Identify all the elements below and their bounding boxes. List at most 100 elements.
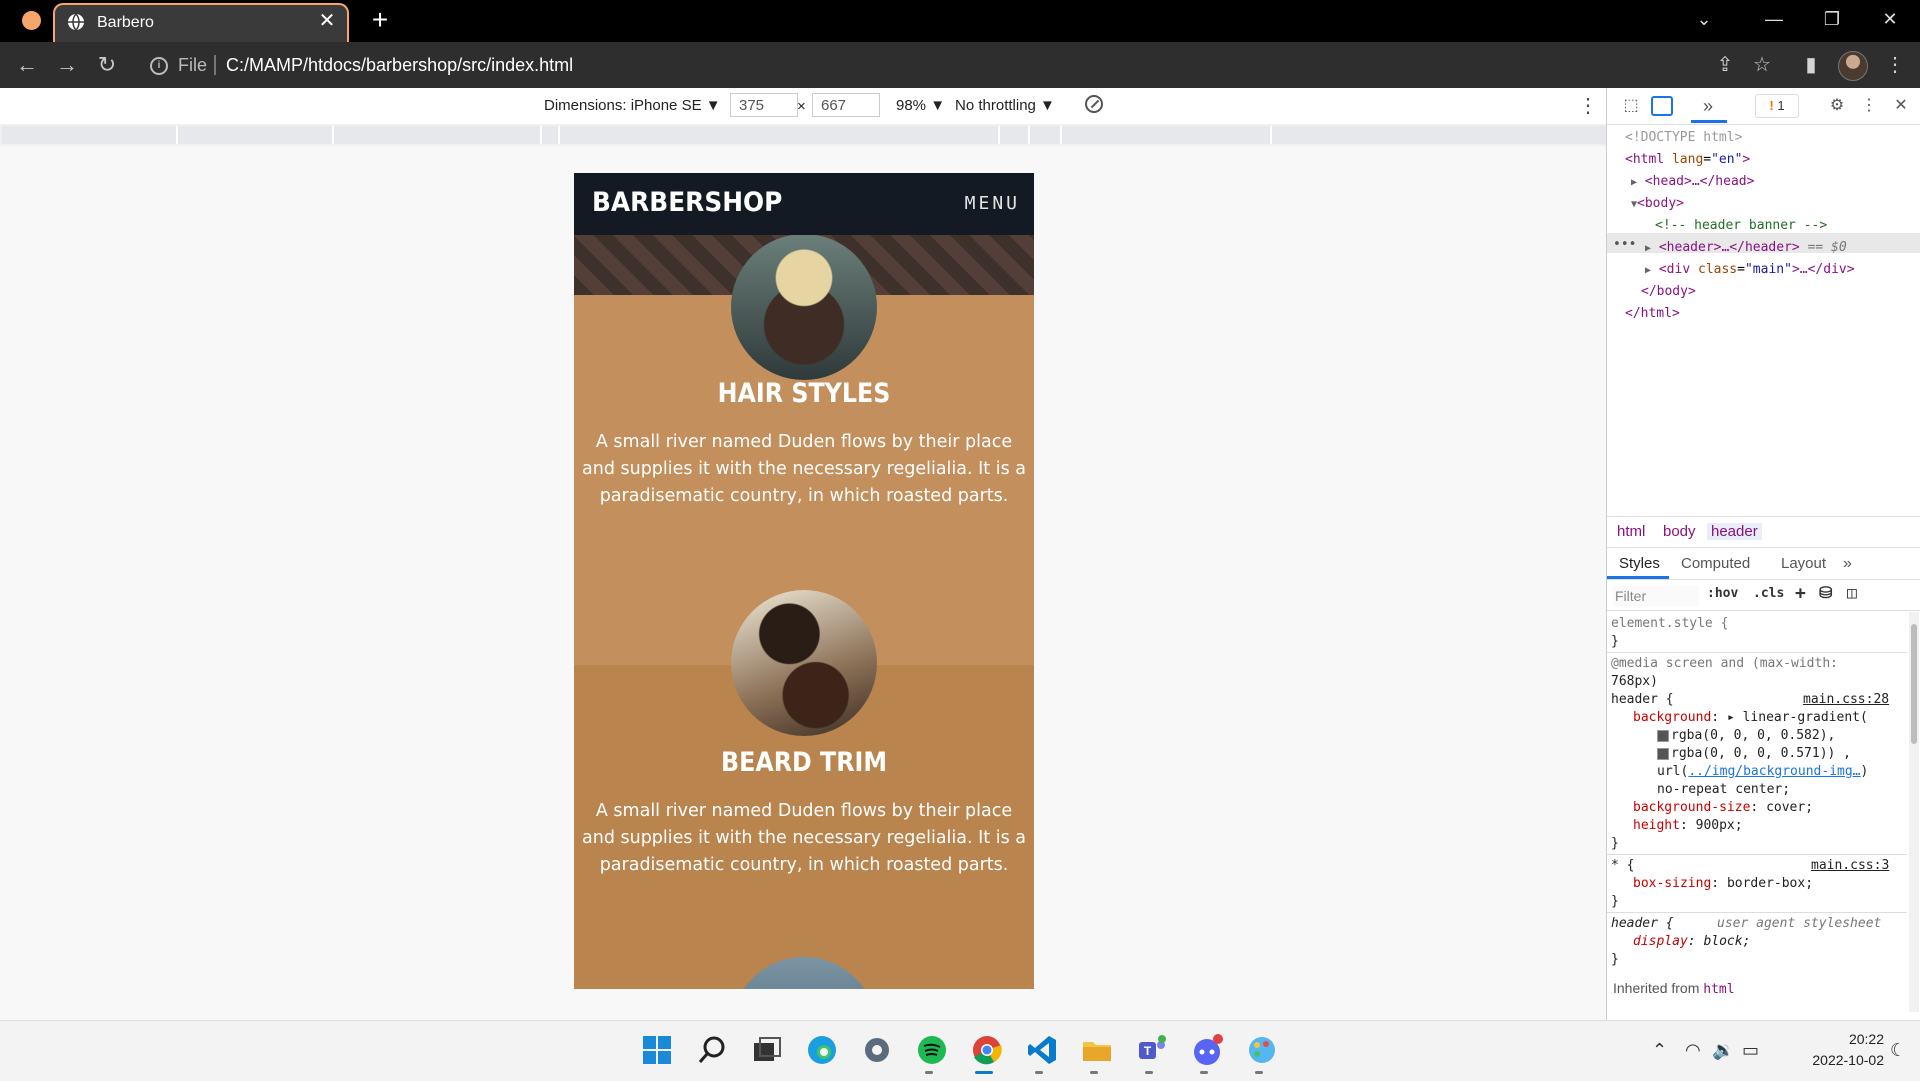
- dom-comment[interactable]: <!-- header banner -->: [1655, 218, 1827, 233]
- issues-badge[interactable]: ! 1: [1755, 94, 1799, 118]
- bookmark-star-icon[interactable]: ☆: [1747, 50, 1777, 80]
- minimize-button[interactable]: —: [1746, 0, 1802, 38]
- back-icon[interactable]: ←: [12, 50, 42, 80]
- breadcrumb-body[interactable]: body: [1663, 523, 1696, 540]
- notification-moon-icon[interactable]: ☾: [1890, 1039, 1906, 1061]
- reload-icon[interactable]: ↻: [92, 50, 122, 80]
- forward-icon[interactable]: →: [52, 50, 82, 80]
- zoom-select[interactable]: 98% ▼: [896, 97, 945, 114]
- expand-triangle-icon[interactable]: ▶: [1631, 177, 1637, 188]
- dom-header-node[interactable]: ▶ <header>…</header> == $0: [1645, 240, 1847, 255]
- tab-search-icon[interactable]: ⌄: [1676, 0, 1732, 38]
- ruler-segment[interactable]: [1000, 126, 1030, 144]
- ruler-segment[interactable]: [542, 126, 560, 144]
- dom-body-close[interactable]: </body>: [1641, 284, 1696, 299]
- rotate-icon[interactable]: [1085, 95, 1103, 113]
- device-height-input[interactable]: 667: [812, 93, 880, 117]
- chrome-menu-icon[interactable]: ⋮: [1880, 50, 1910, 80]
- close-window-button[interactable]: ✕: [1862, 0, 1918, 38]
- dom-html-close[interactable]: </html>: [1625, 306, 1680, 321]
- side-panel-icon[interactable]: ▮: [1796, 50, 1826, 80]
- more-tabs-icon[interactable]: »: [1843, 555, 1852, 573]
- browser-profile-orb-icon[interactable]: [22, 11, 41, 30]
- breadcrumb-html[interactable]: html: [1617, 523, 1645, 540]
- header-selector[interactable]: header {: [1611, 692, 1674, 707]
- chrome-icon[interactable]: [970, 1033, 1004, 1067]
- inherited-from-link[interactable]: html: [1703, 982, 1734, 997]
- device-dimensions-select[interactable]: Dimensions: iPhone SE ▼: [544, 97, 721, 114]
- inspect-element-icon[interactable]: ⬚: [1619, 94, 1643, 118]
- battery-icon[interactable]: ▭: [1742, 1039, 1759, 1061]
- hover-state-toggle[interactable]: :hov: [1707, 586, 1738, 601]
- device-toolbar-menu-icon[interactable]: ⋮: [1578, 94, 1598, 118]
- dom-html-node[interactable]: <html lang="en">: [1625, 152, 1750, 167]
- address-bar[interactable]: i File C:/MAMP/htdocs/barbershop/src/ind…: [138, 49, 1698, 81]
- devtools-menu-icon[interactable]: ⋮: [1859, 94, 1879, 118]
- browser-tab[interactable]: Barbero ✕: [53, 3, 349, 42]
- toggle-sidebar-icon[interactable]: ◫: [1847, 583, 1857, 602]
- tab-computed[interactable]: Computed: [1681, 555, 1750, 572]
- styles-scrollbar-thumb[interactable]: [1911, 624, 1917, 744]
- stylesheet-link[interactable]: main.css:3: [1811, 858, 1889, 873]
- element-style-rule[interactable]: element.style {: [1611, 616, 1728, 631]
- breadcrumb-header[interactable]: header: [1707, 523, 1762, 540]
- background-image-link[interactable]: ../img/background-img…: [1688, 764, 1860, 779]
- paint-app-icon[interactable]: [1245, 1033, 1279, 1067]
- tab-styles[interactable]: Styles: [1619, 555, 1660, 572]
- tab-layout[interactable]: Layout: [1781, 555, 1826, 572]
- site-brand-logo[interactable]: BARBERSHOP: [592, 187, 782, 218]
- paint-brush-icon[interactable]: ⛁: [1819, 583, 1832, 602]
- share-icon[interactable]: ⇪: [1710, 50, 1740, 80]
- ua-header-selector[interactable]: header {: [1611, 916, 1674, 931]
- close-devtools-icon[interactable]: ✕: [1889, 94, 1913, 118]
- device-width-input[interactable]: 375: [730, 93, 798, 117]
- throttling-select[interactable]: No throttling ▼: [955, 97, 1055, 114]
- new-tab-button[interactable]: +: [366, 6, 394, 34]
- search-icon[interactable]: [695, 1033, 729, 1067]
- universal-selector[interactable]: * {: [1611, 858, 1634, 873]
- edge-browser-icon[interactable]: [805, 1033, 839, 1067]
- dom-doctype[interactable]: <!DOCTYPE html>: [1625, 130, 1742, 145]
- close-tab-icon[interactable]: ✕: [315, 9, 339, 33]
- color-swatch-icon[interactable]: [1657, 729, 1669, 742]
- restore-button[interactable]: ❐: [1804, 0, 1860, 38]
- wifi-icon[interactable]: ◠: [1685, 1039, 1701, 1061]
- task-view-icon[interactable]: [750, 1033, 784, 1067]
- chevron-up-icon[interactable]: ⌃: [1652, 1039, 1667, 1061]
- expand-triangle-icon[interactable]: ▶: [1645, 265, 1651, 276]
- css-declaration[interactable]: box-sizing: border-box;: [1633, 876, 1813, 891]
- class-toggle[interactable]: .cls: [1753, 586, 1784, 601]
- new-rule-plus-icon[interactable]: +: [1795, 583, 1806, 604]
- ruler-segment[interactable]: [1272, 126, 1608, 144]
- dom-head-node[interactable]: ▶ <head>…</head>: [1631, 174, 1754, 189]
- settings-gear-icon[interactable]: ⚙: [1825, 94, 1849, 118]
- dom-main-div-node[interactable]: ▶ <div class="main">…</div>: [1645, 262, 1855, 277]
- stylesheet-link[interactable]: main.css:28: [1803, 692, 1889, 707]
- dom-body-node[interactable]: ▼<body>: [1631, 196, 1684, 211]
- css-declaration[interactable]: height: 900px;: [1633, 818, 1743, 833]
- more-panels-icon[interactable]: »: [1693, 94, 1723, 118]
- file-explorer-icon[interactable]: [1080, 1033, 1114, 1067]
- ruler-segment[interactable]: [560, 126, 1000, 144]
- system-clock[interactable]: 20:22 2022-10-02: [1780, 1029, 1884, 1071]
- teams-icon[interactable]: T: [1135, 1033, 1169, 1067]
- ruler-segment[interactable]: [1030, 126, 1062, 144]
- menu-button[interactable]: MENU: [965, 193, 1020, 214]
- device-toggle-icon[interactable]: [1651, 96, 1673, 116]
- color-swatch-icon[interactable]: [1657, 747, 1669, 760]
- windows-start-icon[interactable]: [640, 1033, 674, 1067]
- discord-icon[interactable]: [1190, 1033, 1224, 1067]
- styles-filter-input[interactable]: Filter: [1613, 586, 1699, 606]
- node-actions-ellipsis[interactable]: •••: [1613, 237, 1636, 252]
- css-declaration[interactable]: background-size: cover;: [1633, 800, 1813, 815]
- info-icon[interactable]: i: [150, 57, 168, 75]
- css-declaration[interactable]: background: ▸ linear-gradient(: [1633, 710, 1868, 725]
- spotify-icon[interactable]: [915, 1033, 949, 1067]
- expand-triangle-icon[interactable]: ▶: [1645, 243, 1651, 254]
- settings-gear-icon[interactable]: [860, 1033, 894, 1067]
- vscode-icon[interactable]: [1025, 1033, 1059, 1067]
- ruler-segment[interactable]: [2, 126, 178, 144]
- ruler-segment[interactable]: [334, 126, 542, 144]
- ruler-segment[interactable]: [178, 126, 334, 144]
- volume-icon[interactable]: 🔉: [1712, 1039, 1734, 1061]
